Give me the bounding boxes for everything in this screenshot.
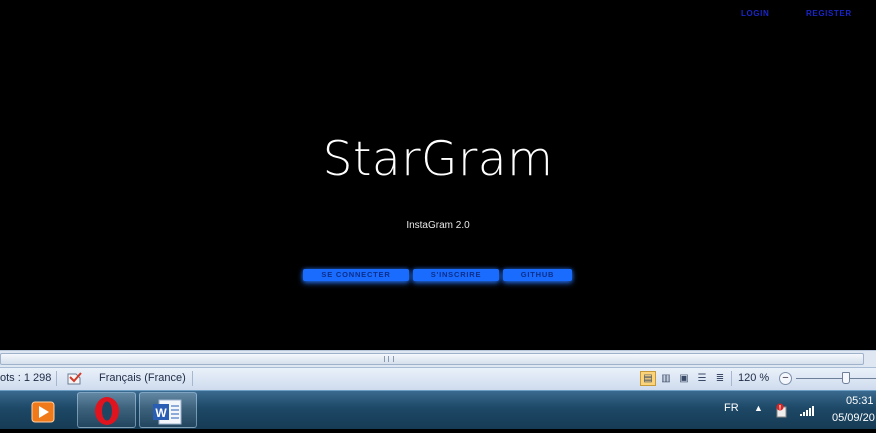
scrollbar-thumb[interactable] [0,353,864,365]
input-language[interactable]: FR [724,402,739,414]
language-indicator[interactable]: Français (France) [99,372,186,384]
network-icon[interactable] [799,404,815,417]
show-hidden-icons-icon[interactable]: ▲ [754,403,763,413]
zoom-level[interactable]: 120 % [738,372,769,384]
word-status-bar: ots : 1 298 Français (France) ▤ ▥ ▣ ☰ ≣ … [0,367,876,390]
github-button[interactable]: GITHUB [503,269,572,281]
reading-view-icon[interactable]: ▥ [658,371,674,386]
proofing-icon[interactable] [66,371,84,386]
zoom-out-icon[interactable]: − [779,372,792,385]
status-divider [192,371,193,386]
print-layout-view-icon[interactable]: ▤ [640,371,656,386]
clock-date[interactable]: 05/09/20 [832,412,875,424]
opera-icon [95,397,119,425]
taskbar-media-player[interactable] [14,392,70,428]
taskbar-opera[interactable] [77,392,136,428]
login-link[interactable]: LOGIN [741,9,769,18]
hero-title: StarGram [322,132,554,187]
register-link[interactable]: REGISTER [806,9,852,18]
signup-button[interactable]: S'INSCRIRE [413,269,499,281]
stargram-page: LOGIN REGISTER StarGram InstaGram 2.0 SE… [0,0,876,350]
status-divider [56,371,57,386]
scrollbar-grip-icon [384,356,394,362]
svg-text:W: W [155,406,167,420]
horizontal-scrollbar[interactable] [0,350,876,367]
taskbar-word[interactable]: W [139,392,197,428]
outline-view-icon[interactable]: ☰ [694,371,710,386]
media-player-icon [31,401,55,423]
zoom-slider-thumb[interactable] [842,372,850,384]
clock-time[interactable]: 05:31 [846,395,874,407]
word-count[interactable]: ots : 1 298 [0,372,51,384]
status-divider [731,371,732,386]
draft-view-icon[interactable]: ≣ [712,371,728,386]
hero-subtitle: InstaGram 2.0 [406,220,470,231]
action-center-icon[interactable]: ! [774,403,790,419]
web-layout-view-icon[interactable]: ▣ [676,371,692,386]
zoom-slider[interactable] [796,378,876,379]
word-icon: W [153,399,182,425]
svg-text:!: ! [779,405,782,412]
taskbar: W FR ▲ ! 05:31 05/09/20 [0,390,876,429]
login-button[interactable]: SE CONNECTER [303,269,409,281]
